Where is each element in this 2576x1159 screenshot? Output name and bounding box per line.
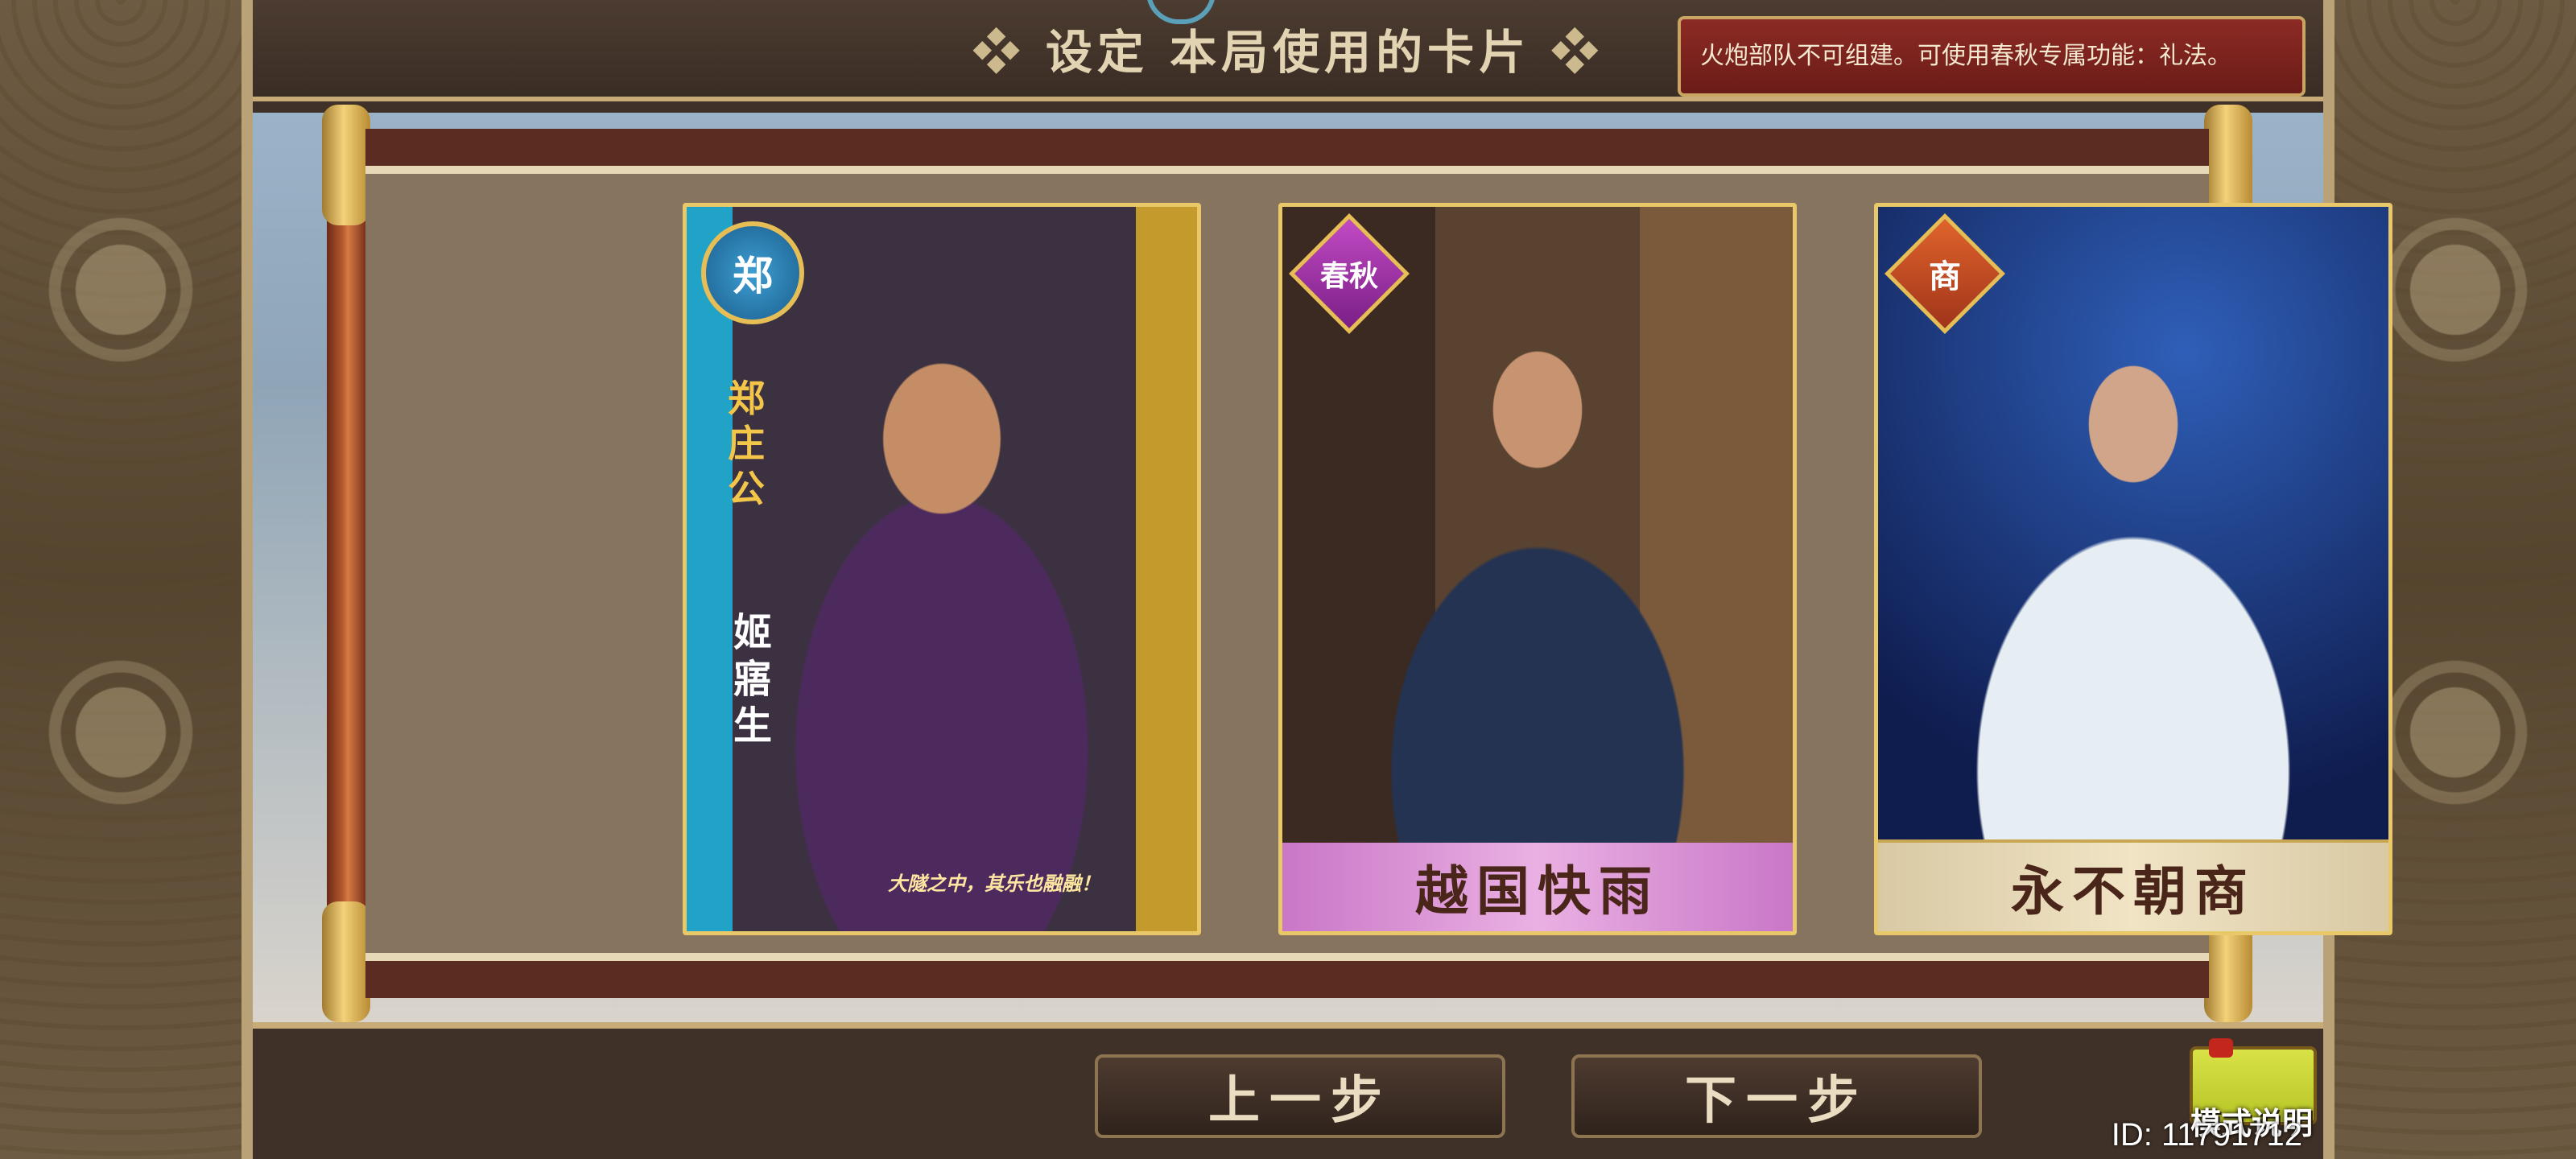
- title-ornament-left: ❖: [972, 25, 1025, 80]
- rule-notice-banner: 火炮部队不可组建。可使用春秋专属功能：礼法。: [1678, 16, 2306, 97]
- card-quote: 大隧之中，其乐也融融！: [888, 872, 1100, 895]
- card-name-vertical: 姬寤生: [733, 610, 772, 749]
- page-title-text: 设定 本局使用的卡片: [1045, 25, 1531, 80]
- card-title-vertical: 郑庄公: [728, 377, 765, 510]
- left-ornate-panel: [0, 0, 253, 1159]
- faction-badge-text: 郑: [733, 252, 773, 299]
- card-zheng-zhuanggong[interactable]: 郑 郑庄公 姬寤生 大隧之中，其乐也融融！: [683, 203, 1201, 935]
- next-step-button[interactable]: 下一步: [1571, 1054, 1982, 1138]
- faction-badge-text: 春秋: [1319, 258, 1379, 293]
- card-caption: 永不朝商: [1878, 839, 2388, 931]
- faction-badge-text: 商: [1929, 258, 1961, 295]
- previous-step-button[interactable]: 上一步: [1095, 1054, 1505, 1138]
- card-selection-stage: ❖ 设定 本局使用的卡片 ❖ 火炮部队不可组建。可使用春秋专属功能：礼法。 郑 …: [253, 0, 2392, 1159]
- card-yueguo-kuaiyu[interactable]: 春秋 越国快雨: [1278, 203, 1797, 935]
- dragon-emblem-icon: [16, 185, 225, 394]
- card-yongbu-chaoshang[interactable]: 商 永不朝商: [1874, 203, 2392, 935]
- title-bar: ❖ 设定 本局使用的卡片 ❖ 火炮部队不可组建。可使用春秋专属功能：礼法。: [253, 0, 2323, 101]
- faction-badge-zheng: 郑: [701, 221, 804, 324]
- title-ornament-right: ❖: [1551, 25, 1604, 80]
- scroll-rod-left: [322, 105, 370, 1022]
- player-id-label: ID: 11791712: [2111, 1117, 2302, 1153]
- dragon-emblem-icon: [16, 628, 225, 837]
- card-caption: 越国快雨: [1282, 843, 1793, 931]
